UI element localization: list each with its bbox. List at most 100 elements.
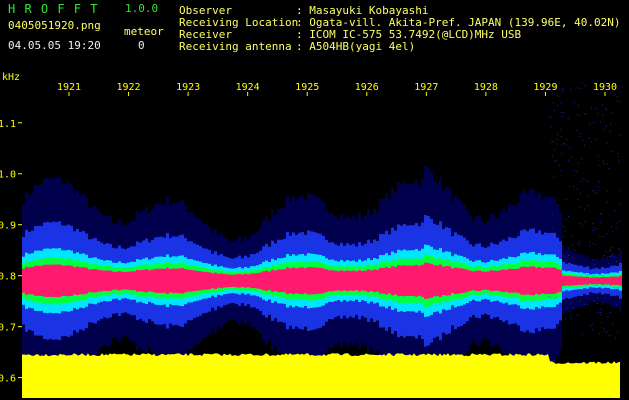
noise-speck [594,191,596,193]
noise-speck [581,295,583,297]
noise-speck [581,225,583,227]
signal-column [499,270,502,292]
signal-column [289,268,292,294]
noise-speck [570,89,572,91]
signal-column [85,267,88,294]
signal-column [442,266,445,296]
signal-column [370,270,373,292]
signal-column [265,270,268,291]
noise-speck [568,215,570,217]
signal-column [196,270,199,291]
signal-column [268,271,271,291]
noise-speck [619,220,621,222]
y-axis-label: kHz [2,72,20,83]
noise-speck [567,254,569,256]
signal-column [61,265,64,296]
signal-column [154,268,157,293]
noise-speck [576,188,578,190]
signal-column [172,268,175,294]
signal-column [22,268,25,293]
noise-speck [615,337,617,339]
noise-speck [576,87,578,89]
noise-speck [590,141,592,143]
signal-column [34,265,37,296]
signal-column [280,269,283,293]
noise-speck [600,212,602,214]
noise-speck [603,163,605,165]
noise-speck [565,318,567,320]
signal-column [241,274,244,287]
signal-column [463,268,466,293]
signal-column [205,271,208,290]
signal-column [190,269,193,292]
signal-column [310,267,313,295]
signal-column [544,267,547,295]
noise-speck [551,238,553,240]
x-tick-label: 1927 [414,82,438,93]
signal-column [565,276,568,286]
y-tick-label: 0.6 [0,374,16,385]
signal-column [142,269,145,292]
signal-column [250,273,253,289]
signal-column [169,269,172,293]
noise-speck [567,118,569,120]
signal-column [571,276,574,286]
signal-column [448,266,451,296]
noise-speck [596,280,598,282]
signal-column [376,269,379,292]
noise-speck [598,181,600,183]
noise-speck [606,163,608,165]
noise-speck [557,104,559,106]
noise-speck [592,223,594,225]
noise-speck [618,160,620,162]
signal-column [607,277,610,285]
noise-speck [553,149,555,151]
signal-column [538,266,541,295]
signal-column [343,271,346,291]
floor-band [22,353,620,398]
noise-speck [591,107,593,109]
noise-speck [602,114,604,116]
noise-speck [610,284,612,286]
signal-column [82,267,85,295]
signal-column [532,266,535,296]
signal-column [511,268,514,293]
noise-speck [562,245,564,247]
signal-column [586,276,589,285]
noise-speck [606,201,608,203]
noise-speck [593,227,595,229]
noise-speck [609,130,611,132]
noise-speck [610,123,612,125]
signal-column [580,276,583,285]
noise-speck [589,289,591,291]
signal-column [535,267,538,294]
noise-speck [591,324,593,326]
noise-speck [602,104,604,106]
signal-column [337,271,340,291]
signal-column [505,269,508,292]
noise-speck [582,178,584,180]
signal-column [55,264,58,297]
noise-speck [616,331,618,333]
noise-speck [610,151,612,153]
signal-column [418,265,421,296]
noise-speck [597,311,599,313]
signal-column [598,277,601,285]
signal-column [421,264,424,297]
noise-speck [607,190,609,192]
signal-column [478,270,481,292]
signal-column [346,270,349,292]
x-tick-label: 1923 [176,82,200,93]
signal-column [487,271,490,291]
signal-column [340,270,343,292]
noise-speck [599,121,601,123]
signal-column [352,270,355,291]
noise-speck [612,292,614,294]
x-tick-label: 1926 [355,82,379,93]
signal-column [349,270,352,291]
noise-speck [589,244,591,246]
noise-speck [562,254,564,256]
signal-column [238,273,241,288]
signal-column [118,271,121,291]
signal-column [589,277,592,284]
